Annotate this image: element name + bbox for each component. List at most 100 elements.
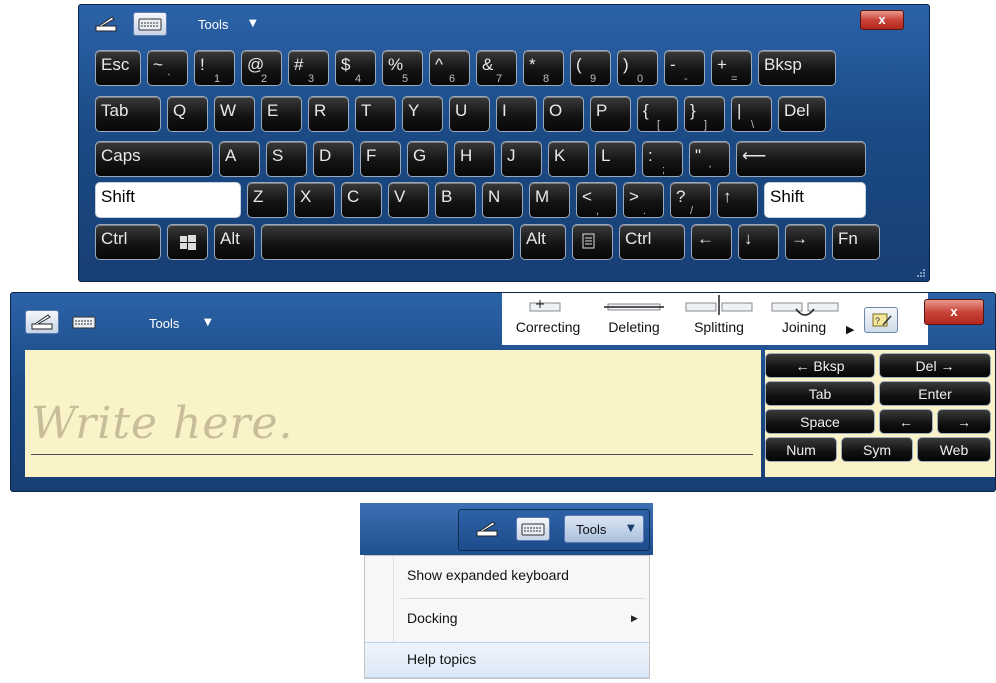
touch-keyboard-button[interactable]: [67, 310, 101, 334]
symbol-key[interactable]: | \: [731, 96, 772, 132]
menu-item-help-topics[interactable]: Help topics: [365, 642, 649, 678]
writing-pad-button[interactable]: [89, 12, 123, 36]
key-e[interactable]: E: [261, 96, 302, 132]
num-key[interactable]: Num: [765, 437, 837, 462]
key-x[interactable]: X: [294, 182, 335, 218]
delete-key[interactable]: Del: [778, 96, 826, 132]
key-o[interactable]: O: [543, 96, 584, 132]
caps-lock-key[interactable]: Caps: [95, 141, 213, 177]
symbol-key[interactable]: + =: [711, 50, 752, 86]
symbol-key[interactable]: $4: [335, 50, 376, 86]
left-arrow-key[interactable]: ←: [691, 224, 732, 260]
symbol-key[interactable]: % 5: [382, 50, 423, 86]
key-u[interactable]: U: [449, 96, 490, 132]
more-gestures-arrow-icon[interactable]: ▶: [846, 323, 854, 336]
symbol-key[interactable]: --: [664, 50, 705, 86]
key-q[interactable]: Q: [167, 96, 208, 132]
web-key[interactable]: Web: [917, 437, 991, 462]
up-arrow-key[interactable]: ↑: [717, 182, 758, 218]
symbol-key[interactable]: {[: [637, 96, 678, 132]
key-i[interactable]: I: [496, 96, 537, 132]
key-n[interactable]: N: [482, 182, 523, 218]
shift-key[interactable]: Shift: [764, 182, 866, 218]
key-h[interactable]: H: [454, 141, 495, 177]
key-d[interactable]: D: [313, 141, 354, 177]
gesture-joining[interactable]: Joining: [764, 293, 844, 341]
space-key[interactable]: [261, 224, 514, 260]
right-arrow-key[interactable]: →: [785, 224, 826, 260]
writing-pad-button[interactable]: [25, 310, 59, 334]
tab-key[interactable]: Tab: [765, 381, 875, 406]
menu-item-show-expanded-keyboard[interactable]: Show expanded keyboard: [365, 556, 649, 596]
key-y[interactable]: Y: [402, 96, 443, 132]
escape-key[interactable]: Esc: [95, 50, 141, 86]
shift-key[interactable]: Shift: [95, 182, 241, 218]
key-l[interactable]: L: [595, 141, 636, 177]
symbol-key[interactable]: & 7: [476, 50, 517, 86]
tools-menu-button[interactable]: Tools ▼: [564, 515, 644, 543]
symbol-key[interactable]: <,: [576, 182, 617, 218]
delete-key[interactable]: Del →: [879, 353, 991, 378]
key-z[interactable]: Z: [247, 182, 288, 218]
symbol-key[interactable]: ~ `: [147, 50, 188, 86]
ctrl-key[interactable]: Ctrl: [619, 224, 685, 260]
symbol-key[interactable]: (9: [570, 50, 611, 86]
symbol-key[interactable]: ^ 6: [429, 50, 470, 86]
symbol-key[interactable]: :;: [642, 141, 683, 177]
symbol-key[interactable]: ) 0: [617, 50, 658, 86]
tools-menu-label[interactable]: Tools: [198, 17, 228, 32]
backspace-key[interactable]: Bksp: [758, 50, 836, 86]
windows-key[interactable]: [167, 224, 208, 260]
touch-keyboard-button[interactable]: [133, 12, 167, 36]
key-r[interactable]: R: [308, 96, 349, 132]
symbol-key[interactable]: #3: [288, 50, 329, 86]
key-t[interactable]: T: [355, 96, 396, 132]
menu-key[interactable]: [572, 224, 613, 260]
touch-keyboard-button[interactable]: [516, 517, 550, 541]
help-button[interactable]: ?: [864, 307, 898, 333]
space-key[interactable]: Space: [765, 409, 875, 434]
key-j[interactable]: J: [501, 141, 542, 177]
tools-menu-label[interactable]: Tools: [149, 316, 179, 331]
menu-item-docking[interactable]: Docking ▶: [365, 599, 649, 639]
key-w[interactable]: W: [214, 96, 255, 132]
down-arrow-key[interactable]: ↓: [738, 224, 779, 260]
ctrl-key[interactable]: Ctrl: [95, 224, 161, 260]
gesture-splitting[interactable]: Splitting: [678, 293, 760, 341]
symbol-key[interactable]: ? /: [670, 182, 711, 218]
left-arrow-key[interactable]: ←: [879, 409, 933, 434]
sym-key[interactable]: Sym: [841, 437, 913, 462]
symbol-key[interactable]: * 8: [523, 50, 564, 86]
symbol-key[interactable]: " ': [689, 141, 730, 177]
backspace-key[interactable]: ← Bksp: [765, 353, 875, 378]
key-m[interactable]: M: [529, 182, 570, 218]
writing-pad-close-button[interactable]: x: [924, 299, 984, 325]
symbol-key[interactable]: >.: [623, 182, 664, 218]
tools-dropdown-arrow-icon[interactable]: ▼: [249, 18, 257, 29]
key-f[interactable]: F: [360, 141, 401, 177]
tools-dropdown-arrow-icon[interactable]: ▼: [204, 317, 212, 328]
fn-key[interactable]: Fn: [832, 224, 880, 260]
key-p[interactable]: P: [590, 96, 631, 132]
key-g[interactable]: G: [407, 141, 448, 177]
alt-key[interactable]: Alt: [214, 224, 255, 260]
symbol-key[interactable]: }]: [684, 96, 725, 132]
symbol-key[interactable]: ! 1: [194, 50, 235, 86]
gesture-deleting[interactable]: Deleting: [594, 293, 674, 341]
key-s[interactable]: S: [266, 141, 307, 177]
key-k[interactable]: K: [548, 141, 589, 177]
tab-key[interactable]: Tab: [95, 96, 161, 132]
enter-key[interactable]: Enter: [879, 381, 991, 406]
resize-grip-icon[interactable]: [916, 268, 926, 278]
symbol-key[interactable]: @2: [241, 50, 282, 86]
key-b[interactable]: B: [435, 182, 476, 218]
writing-pad-button[interactable]: [470, 517, 504, 541]
alt-key[interactable]: Alt: [520, 224, 566, 260]
key-c[interactable]: C: [341, 182, 382, 218]
key-v[interactable]: V: [388, 182, 429, 218]
gesture-correcting[interactable]: Correcting: [506, 293, 590, 341]
enter-key[interactable]: ⟵: [736, 141, 866, 177]
key-a[interactable]: A: [219, 141, 260, 177]
keyboard-close-button[interactable]: x: [860, 10, 904, 30]
handwriting-area[interactable]: Write here.: [25, 350, 761, 477]
